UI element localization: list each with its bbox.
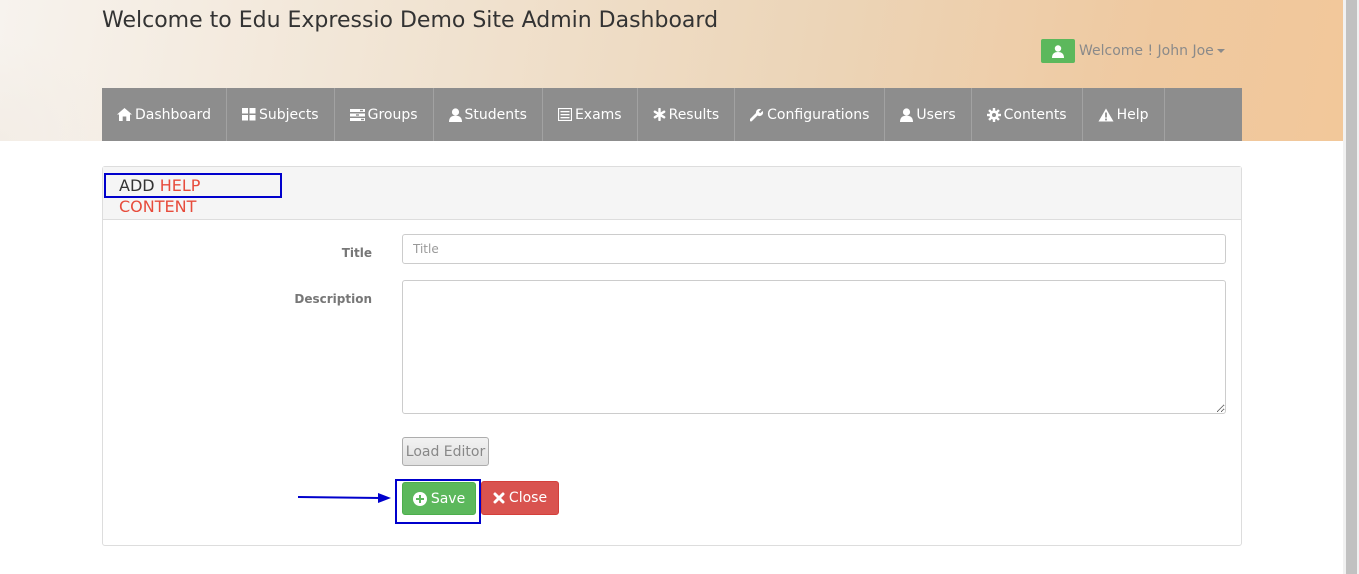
title-label: Title xyxy=(341,246,372,260)
asterisk-icon xyxy=(653,108,665,121)
plus-circle-icon xyxy=(412,491,427,506)
nav-item-contents[interactable]: Contents xyxy=(972,88,1083,141)
wrench-icon xyxy=(750,107,764,121)
nav-item-exams[interactable]: Exams xyxy=(543,88,638,141)
nav-item-label: Exams xyxy=(574,106,622,123)
panel-heading: ADD HELP CONTENT xyxy=(103,167,1241,220)
save-button[interactable]: Save xyxy=(402,482,476,515)
scrollbar-thumb[interactable] xyxy=(1346,0,1357,574)
nav-item-label: Groups xyxy=(367,106,418,123)
close-button-label: Close xyxy=(508,490,548,506)
nav-item-label: Subjects xyxy=(258,106,319,123)
close-icon xyxy=(493,492,505,504)
nav-item-subjects[interactable]: Subjects xyxy=(227,88,335,141)
user-greeting[interactable]: Welcome ! John Joe xyxy=(1079,43,1214,59)
list-alt-icon xyxy=(557,108,572,121)
nav-item-label: Help xyxy=(1116,106,1149,123)
description-label: Description xyxy=(294,292,372,306)
main-navbar: Dashboard Subjects Groups Students Exams xyxy=(102,88,1242,141)
user-icon xyxy=(1052,44,1064,58)
nav-item-users[interactable]: Users xyxy=(885,88,972,141)
site-title: Welcome to Edu Expressio Demo Site Admin… xyxy=(102,8,719,33)
nav-item-label: Dashboard xyxy=(135,106,211,123)
tasks-icon xyxy=(349,108,365,121)
user-menu[interactable]: Welcome ! John Joe xyxy=(1041,39,1225,63)
nav-item-configurations[interactable]: Configurations xyxy=(735,88,886,141)
cog-icon xyxy=(986,107,1001,122)
nav-item-help[interactable]: Help xyxy=(1083,88,1165,141)
save-button-label: Save xyxy=(430,490,466,507)
nav-item-label: Users xyxy=(916,106,956,123)
title-input[interactable] xyxy=(402,234,1226,264)
annotation-arrow xyxy=(298,493,391,503)
nav-item-label: Students xyxy=(464,106,527,123)
nav-item-dashboard[interactable]: Dashboard xyxy=(102,88,227,141)
warning-icon xyxy=(1098,108,1114,121)
nav-item-students[interactable]: Students xyxy=(434,88,543,141)
user-icon xyxy=(900,107,914,122)
nav-item-label: Configurations xyxy=(767,106,870,123)
close-button[interactable]: Close xyxy=(481,481,559,515)
panel-title-prefix: ADD xyxy=(119,176,155,195)
home-icon xyxy=(117,108,132,121)
th-large-icon xyxy=(241,108,256,121)
user-icon xyxy=(448,107,462,122)
nav-item-groups[interactable]: Groups xyxy=(335,88,434,141)
nav-item-label: Contents xyxy=(1003,106,1067,123)
nav-item-results[interactable]: Results xyxy=(638,88,736,141)
user-avatar[interactable] xyxy=(1041,39,1075,63)
panel-title: ADD HELP CONTENT xyxy=(104,173,282,216)
chevron-down-icon[interactable] xyxy=(1216,49,1225,53)
description-textarea[interactable] xyxy=(402,280,1226,414)
nav-item-label: Results xyxy=(668,106,720,123)
load-editor-button[interactable]: Load Editor xyxy=(402,437,489,466)
